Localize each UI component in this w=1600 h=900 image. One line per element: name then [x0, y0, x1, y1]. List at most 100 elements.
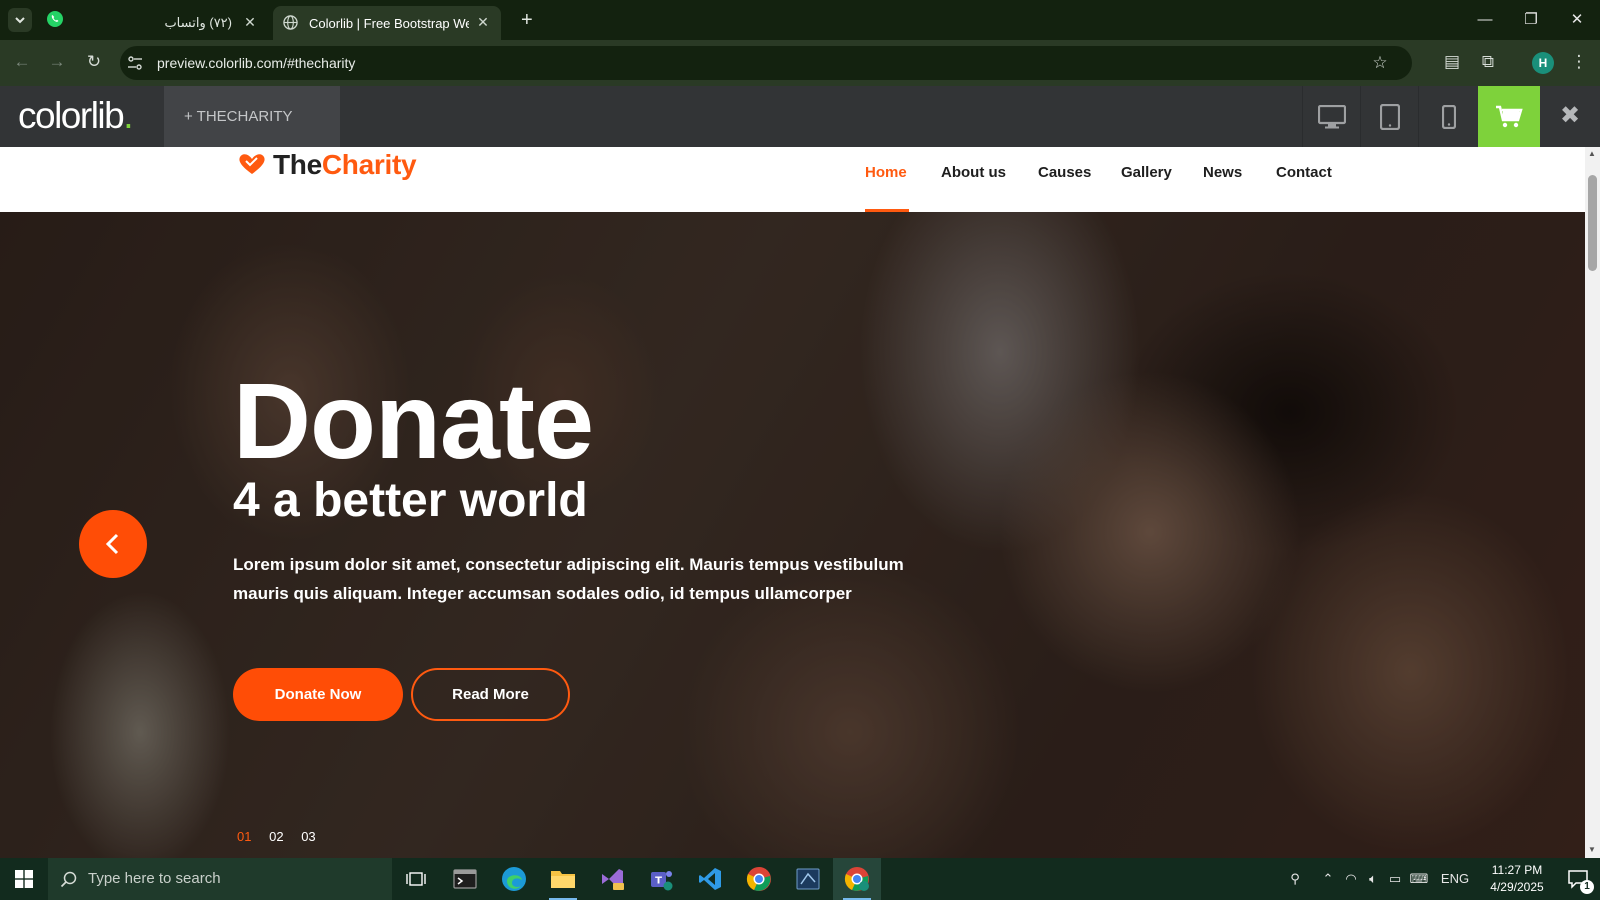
windows-taskbar: Type here to search T ⚲ ⌃ ◠ 🔈︎ ▭ ⌨ ENG 1…	[0, 858, 1600, 900]
close-preview-button[interactable]: ✖	[1540, 86, 1600, 147]
kebab-menu-icon[interactable]: ⋮	[1565, 48, 1593, 76]
volume-icon[interactable]: 🔈︎	[1362, 858, 1384, 900]
nav-causes[interactable]: Causes	[1038, 164, 1091, 181]
site-header: TheCharity Home About us Causes Gallery …	[0, 147, 1585, 212]
notification-badge: 1	[1580, 880, 1594, 894]
terminal-app[interactable]	[441, 858, 489, 900]
slide-indicator-1[interactable]: 01	[237, 829, 251, 844]
buy-template-button[interactable]	[1478, 86, 1540, 147]
clock-time: 11:27 PM	[1491, 863, 1543, 877]
slide-indicator-3[interactable]: 03	[301, 829, 315, 844]
people-icon[interactable]: ⚲	[1282, 858, 1308, 900]
nav-about-us[interactable]: About us	[941, 164, 1006, 181]
vscode-icon	[699, 868, 721, 890]
chrome-profile-icon	[844, 867, 869, 891]
tab-whatsapp[interactable]: (٧٢) واتساب ✕	[72, 6, 268, 40]
restore-button[interactable]: ❐	[1511, 6, 1551, 34]
whatsapp-pinned-icon[interactable]	[46, 10, 64, 33]
visual-studio-icon	[602, 869, 624, 890]
hero-slider: Donate 4 a better world Lorem ipsum dolo…	[0, 212, 1585, 858]
vscode-app[interactable]	[686, 858, 734, 900]
url-text: preview.colorlib.com/#thecharity	[157, 55, 356, 71]
profile-avatar[interactable]: H	[1532, 52, 1554, 74]
show-hidden-icons-button[interactable]: ⌃	[1317, 858, 1339, 900]
shopping-cart-icon	[1496, 105, 1523, 127]
mobile-view-button[interactable]	[1418, 86, 1478, 147]
tab-colorlib[interactable]: Colorlib | Free Bootstrap Websit ✕	[273, 6, 501, 40]
website-viewport: TheCharity Home About us Causes Gallery …	[0, 147, 1585, 858]
logo-dot: .	[123, 95, 133, 136]
forward-icon[interactable]: →	[43, 48, 71, 76]
reload-icon[interactable]: ↻	[80, 48, 108, 76]
language-indicator[interactable]: ENG	[1437, 858, 1473, 900]
mobile-icon	[1441, 104, 1456, 129]
site-settings-icon[interactable]	[127, 56, 143, 70]
minimize-button[interactable]: —	[1465, 6, 1505, 34]
taskbar-search-box[interactable]: Type here to search	[48, 858, 392, 900]
close-tab-icon[interactable]: ✕	[242, 14, 258, 31]
brand-charity: Charity	[321, 149, 417, 180]
close-window-button[interactable]: ✕	[1557, 6, 1597, 34]
tablet-view-button[interactable]	[1360, 86, 1418, 147]
edge-app[interactable]	[490, 858, 538, 900]
nav-news[interactable]: News	[1203, 164, 1242, 181]
profile-initial: H	[1538, 56, 1548, 70]
desktop-icon	[1317, 104, 1346, 128]
colorlib-logo[interactable]: colorlib.	[18, 86, 133, 147]
nav-gallery[interactable]: Gallery	[1121, 164, 1172, 181]
scroll-up-arrow[interactable]: ▲	[1588, 149, 1596, 158]
new-tab-button[interactable]: +	[521, 8, 533, 32]
close-tab-icon[interactable]: ✕	[475, 14, 491, 31]
task-view-icon	[406, 872, 426, 886]
taskbar-clock[interactable]: 11:27 PM 4/29/2025	[1477, 862, 1557, 896]
desktop-view-button[interactable]	[1302, 86, 1360, 147]
read-more-button[interactable]: Read More	[411, 668, 570, 721]
chrome-app[interactable]	[735, 858, 783, 900]
donate-now-button[interactable]: Donate Now	[233, 668, 403, 721]
bookmark-star-icon[interactable]: ☆	[1366, 49, 1394, 77]
extensions-icon[interactable]: ⧉	[1474, 48, 1502, 76]
task-view-button[interactable]	[392, 858, 440, 900]
template-selector[interactable]: + THECHARITY	[164, 86, 340, 147]
start-button[interactable]	[0, 858, 48, 900]
slide-indicators: 01 02 03	[237, 829, 330, 844]
terminal-icon	[453, 869, 477, 889]
search-placeholder: Type here to search	[88, 870, 221, 887]
tablet-icon	[1379, 103, 1400, 130]
visual-studio-app[interactable]	[588, 858, 636, 900]
globe-icon	[283, 15, 298, 30]
chrome-icon	[746, 867, 771, 891]
nav-contact[interactable]: Contact	[1276, 164, 1332, 181]
browser-title-bar: (٧٢) واتساب ✕ Colorlib | Free Bootstrap …	[0, 0, 1600, 40]
slide-indicator-2[interactable]: 02	[269, 829, 283, 844]
nav-home[interactable]: Home	[865, 164, 907, 181]
svg-text:T: T	[655, 876, 662, 887]
notification-center-button[interactable]: 1	[1556, 858, 1600, 900]
site-brand[interactable]: TheCharity	[273, 149, 417, 181]
windows-logo-icon	[15, 870, 33, 888]
battery-icon[interactable]: ▭	[1384, 858, 1406, 900]
hero-description: Lorem ipsum dolor sit amet, consectetur …	[233, 555, 904, 603]
slider-prev-button[interactable]	[79, 510, 147, 578]
logo-text: colorlib	[18, 95, 125, 136]
scrollbar-thumb[interactable]	[1588, 175, 1597, 271]
hero-image-overlay	[0, 212, 1585, 858]
page-scrollbar[interactable]: ▲ ▼	[1585, 147, 1600, 858]
network-icon[interactable]: ◠	[1340, 858, 1362, 900]
ssms-app[interactable]	[784, 858, 832, 900]
search-icon	[60, 871, 77, 888]
scroll-down-arrow[interactable]: ▼	[1588, 845, 1596, 854]
back-icon[interactable]: ←	[8, 48, 36, 76]
chevron-left-icon	[105, 533, 119, 555]
reading-mode-icon[interactable]: ▤	[1438, 48, 1466, 76]
chrome-profile-app[interactable]	[833, 858, 881, 900]
keyboard-icon[interactable]: ⌨	[1406, 858, 1432, 900]
file-explorer-app[interactable]	[539, 858, 587, 900]
hero-subtitle: 4 a better world	[233, 474, 588, 527]
tab-search-button[interactable]	[8, 8, 32, 32]
template-label: + THECHARITY	[184, 108, 293, 125]
clock-date: 4/29/2025	[1490, 880, 1544, 894]
teams-app[interactable]: T	[637, 858, 685, 900]
edge-icon	[502, 867, 526, 891]
address-bar[interactable]: preview.colorlib.com/#thecharity ☆	[120, 46, 1412, 80]
